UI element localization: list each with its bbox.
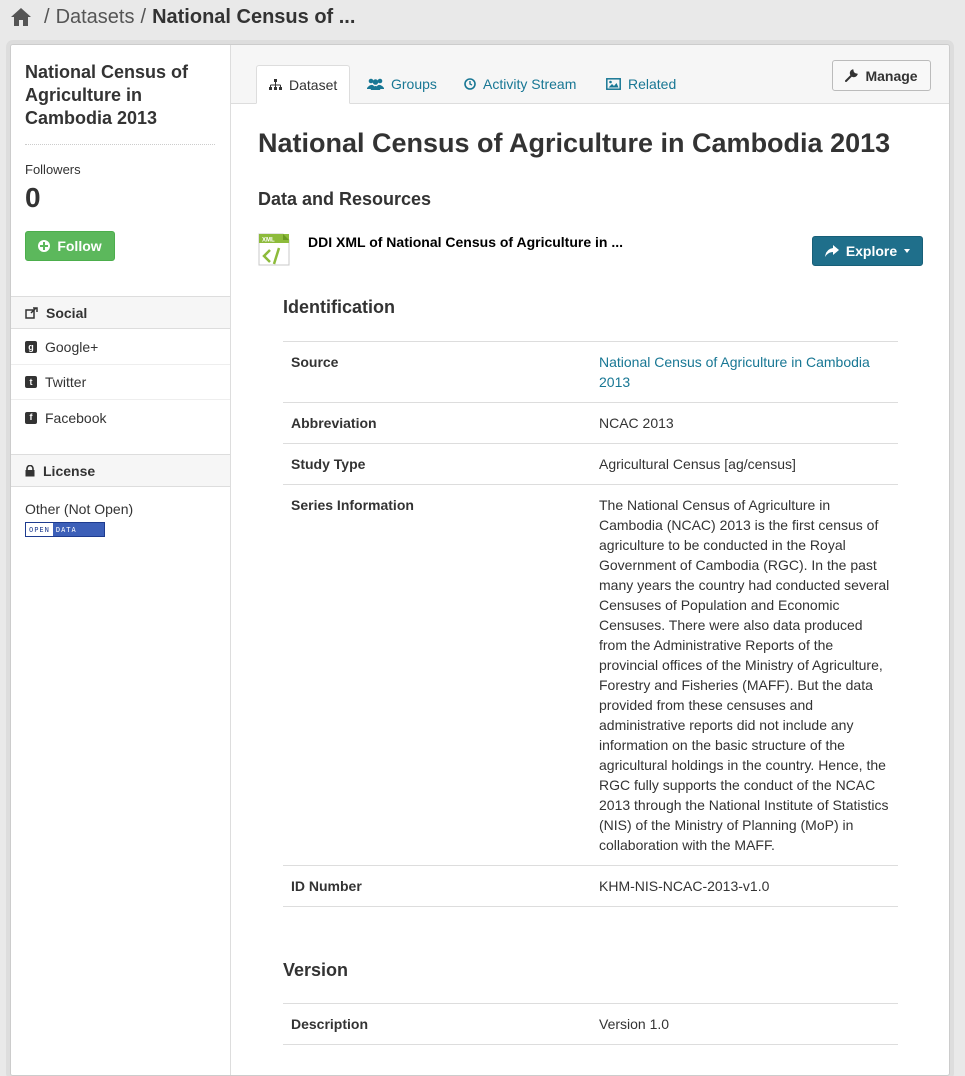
- open-data-badge-open: OPEN: [26, 523, 53, 536]
- main-content: Dataset Groups Activity Stream Related M…: [231, 45, 949, 1075]
- breadcrumb-datasets-link[interactable]: Datasets: [56, 6, 135, 29]
- field-value: Version 1.0: [591, 1003, 898, 1045]
- social-item-label: Google+: [45, 339, 99, 355]
- follow-button-label: Follow: [57, 238, 102, 254]
- table-row: Abbreviation NCAC 2013: [283, 402, 898, 444]
- plus-circle-icon: [38, 240, 51, 252]
- manage-button-label: Manage: [865, 67, 918, 84]
- sidebar: National Census of Agriculture in Cambod…: [11, 45, 231, 1075]
- share-icon: [25, 306, 38, 319]
- social-item-label: Facebook: [45, 409, 107, 426]
- followers-count: 0: [25, 182, 41, 213]
- explore-button-label: Explore: [845, 243, 898, 259]
- field-value: National Census of Agriculture in Cambod…: [591, 341, 898, 403]
- tab-activity-stream[interactable]: Activity Stream: [452, 65, 588, 103]
- share-arrow-icon: [824, 245, 839, 257]
- version-heading: Version: [283, 960, 349, 980]
- version-table: Description Version 1.0: [283, 1003, 898, 1045]
- data-resources-heading: Data and Resources: [258, 189, 432, 209]
- open-data-badge-data: DATA: [52, 523, 104, 536]
- wrench-icon: [845, 69, 859, 82]
- table-row: Study Type Agricultural Census [ag/censu…: [283, 443, 898, 485]
- field-key: Description: [283, 1003, 591, 1045]
- xml-format-label: XML: [262, 238, 275, 244]
- table-row: Source National Census of Agriculture in…: [283, 341, 898, 403]
- field-key: Study Type: [283, 443, 591, 485]
- field-value: The National Census of Agriculture in Ca…: [591, 484, 898, 866]
- tab-related[interactable]: Related: [594, 65, 688, 103]
- users-icon: [367, 78, 384, 90]
- tab-dataset[interactable]: Dataset: [256, 65, 351, 104]
- table-row: Series Information The National Census o…: [283, 484, 898, 866]
- page-title: National Census of Agriculture in Cambod…: [258, 128, 891, 158]
- source-link[interactable]: National Census of Agriculture in Cambod…: [599, 354, 870, 390]
- field-value: KHM-NIS-NCAC-2013-v1.0: [591, 865, 898, 907]
- open-data-badge[interactable]: OPEN DATA: [25, 522, 105, 537]
- social-item-google-plus[interactable]: g Google+: [11, 330, 230, 365]
- breadcrumb-separator: /: [140, 5, 147, 28]
- twitter-icon: t: [25, 376, 37, 388]
- tab-bar: Dataset Groups Activity Stream Related M…: [231, 45, 949, 104]
- license-heading-label: License: [43, 462, 96, 479]
- clock-icon: [464, 78, 476, 90]
- google-plus-icon: g: [25, 341, 37, 353]
- sitemap-icon: [269, 78, 282, 90]
- tab-related-label: Related: [628, 76, 677, 92]
- picture-icon: [606, 78, 621, 90]
- field-key: Abbreviation: [283, 402, 591, 444]
- table-row: ID Number KHM-NIS-NCAC-2013-v1.0: [283, 865, 898, 907]
- sidebar-divider: [25, 144, 215, 145]
- explore-button[interactable]: Explore: [812, 236, 923, 266]
- license-section-heading: License: [11, 454, 230, 487]
- field-key: Series Information: [283, 484, 591, 866]
- social-item-twitter[interactable]: t Twitter: [11, 365, 230, 400]
- field-value: NCAC 2013: [591, 402, 898, 444]
- tab-groups[interactable]: Groups: [355, 65, 449, 103]
- breadcrumb-separator: /: [44, 5, 50, 28]
- breadcrumb: / Datasets / National Census of ...: [10, 4, 355, 30]
- chevron-down-icon: [904, 249, 911, 253]
- field-key: Source: [283, 341, 591, 403]
- lock-icon: [25, 464, 35, 476]
- tab-dataset-label: Dataset: [289, 76, 338, 93]
- license-value[interactable]: Other (Not Open): [25, 501, 133, 517]
- facebook-icon: f: [25, 411, 37, 424]
- identification-table: Source National Census of Agriculture in…: [283, 341, 898, 907]
- breadcrumb-current[interactable]: National Census of ...: [152, 6, 355, 29]
- manage-button[interactable]: Manage: [832, 60, 931, 91]
- social-item-label: Twitter: [45, 374, 87, 390]
- table-row: Description Version 1.0: [283, 1003, 898, 1045]
- xml-file-icon[interactable]: XML: [258, 233, 290, 266]
- social-heading-label: Social: [46, 304, 88, 321]
- sidebar-dataset-title: National Census of Agriculture in Cambod…: [25, 62, 189, 128]
- social-item-facebook[interactable]: f Facebook: [11, 400, 230, 435]
- field-key: ID Number: [283, 865, 591, 907]
- field-value: Agricultural Census [ag/census]: [591, 443, 898, 485]
- identification-heading: Identification: [283, 297, 395, 317]
- dataset-page-card: National Census of Agriculture in Cambod…: [10, 44, 950, 1076]
- home-icon[interactable]: [10, 7, 32, 27]
- social-section-heading: Social: [11, 296, 230, 329]
- tab-groups-label: Groups: [391, 76, 437, 92]
- follow-button[interactable]: Follow: [25, 231, 115, 261]
- followers-label: Followers: [25, 162, 81, 177]
- tab-activity-stream-label: Activity Stream: [483, 76, 577, 92]
- resource-title-link[interactable]: DDI XML of National Census of Agricultur…: [308, 234, 623, 250]
